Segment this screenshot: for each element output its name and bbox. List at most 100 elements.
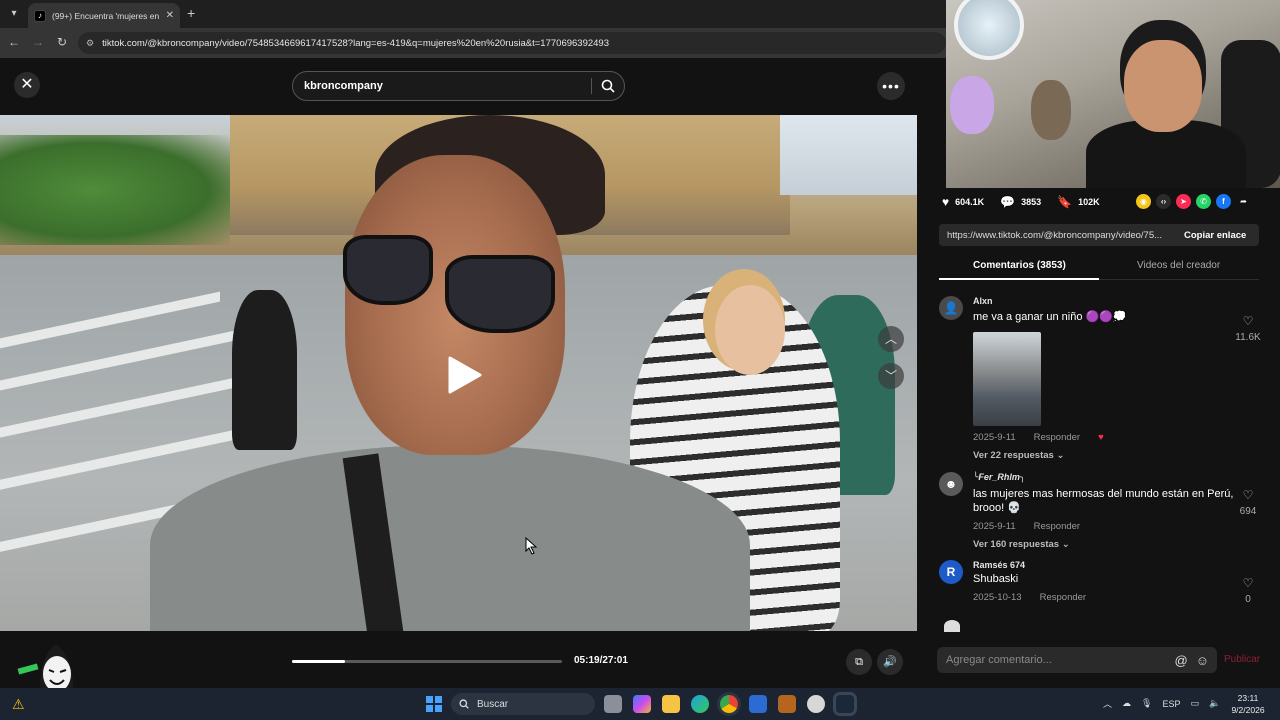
site-info-icon[interactable]: ⚙ [86,38,94,49]
tab-list-chevron-icon[interactable]: ▾ [6,6,22,22]
store-icon[interactable] [749,695,767,713]
like-count: 604.1K [955,197,985,207]
video-frame[interactable] [0,115,917,631]
comment-bubble-icon: 💬 [1000,195,1016,209]
reload-icon[interactable]: ↻ [54,35,70,49]
game-app-icon[interactable] [778,695,796,713]
video-scene-sky [780,115,917,195]
video-scene-sunglasses [445,255,555,333]
send-to-friend-icon[interactable]: ➤ [1176,194,1191,209]
view-replies-button[interactable]: Ver 160 respuestas ⌄ [973,539,1238,550]
search-bar[interactable]: kbroncompany [292,71,625,101]
picture-in-picture-icon[interactable]: ⧉ [846,649,872,675]
back-icon[interactable]: ← [6,35,22,49]
search-input[interactable]: kbroncompany [304,80,591,92]
reply-button[interactable]: Responder [1034,432,1080,443]
view-replies-label: Ver 160 respuestas [973,539,1060,550]
chrome-icon[interactable] [720,695,738,713]
forward-icon[interactable]: → [30,35,46,49]
player-controls: 05:19/27:01 ⧉ 🔊 [0,631,917,688]
comment-text: me va a ganar un niño 🟣🟣💭 [973,311,1127,323]
avatar[interactable]: R [939,560,963,584]
close-video-button[interactable]: ✕ [14,72,40,98]
comment-username[interactable]: Ramsés 674 [973,560,1233,570]
tab-comments[interactable]: Comentarios (3853) [973,260,1066,271]
comment-like-count: 11.6K [1235,332,1261,343]
active-tab-indicator [939,278,1099,280]
play-icon[interactable] [444,355,484,395]
obs-icon[interactable] [807,695,825,713]
file-explorer-icon[interactable] [662,695,680,713]
speaker-icon[interactable]: 🔈 [1209,698,1220,709]
steam-icon[interactable] [836,695,854,713]
avatar[interactable] [944,620,960,632]
avatar[interactable]: ☻ [939,472,963,496]
copy-link-button[interactable]: Copiar enlace [1174,230,1246,241]
whatsapp-icon[interactable]: ✆ [1196,194,1211,209]
next-video-chevron-down-icon[interactable]: ﹀ [878,363,904,389]
comment-meta: 2025-9-11 Responder ♥ [973,432,1233,443]
avatar[interactable]: 👤 [939,296,963,320]
progress-bar[interactable] [292,660,562,663]
clock-date: 9/2/2026 [1231,705,1265,715]
comment-photo[interactable] [973,332,1041,426]
embed-icon[interactable]: ‹› [1156,194,1171,209]
new-tab-button[interactable]: + [187,5,195,21]
heart-outline-icon: ♡ [1242,314,1254,328]
comment-username[interactable]: Alxn [973,296,1233,306]
previous-video-chevron-up-icon[interactable]: ︿ [878,326,904,352]
heart-outline-icon: ♡ [1242,576,1254,590]
windows-start-icon[interactable] [426,696,442,712]
save-stat[interactable]: 🔖 102K [1057,195,1099,209]
view-replies-label: Ver 22 respuestas [973,450,1054,461]
comment-stat[interactable]: 💬 3853 [1000,195,1041,209]
emoji-icon[interactable]: ☺ [1196,653,1209,668]
taskbar-clock[interactable]: 23:11 9/2/2026 [1228,692,1268,716]
heart-icon: ♥ [942,195,950,209]
microphone-icon[interactable]: 🎙 [1141,698,1152,709]
network-icon[interactable]: ▭ [1190,698,1199,709]
comment-username[interactable]: ╰Fer_Rhlm╮ [973,472,1238,483]
tray-chevron-up-icon[interactable]: ︿ [1103,697,1112,710]
task-view-icon[interactable] [604,695,622,713]
copilot-icon[interactable] [633,695,651,713]
reply-button[interactable]: Responder [1040,592,1086,603]
search-icon[interactable] [592,72,624,100]
comment-meta: 2025-9-11 Responder [973,521,1238,532]
language-indicator[interactable]: ESP [1162,699,1180,709]
facebook-icon[interactable]: f [1216,194,1231,209]
video-link[interactable]: https://www.tiktok.com/@kbroncompany/vid… [939,230,1174,241]
video-scene-pedestrian-head [715,285,785,375]
address-bar[interactable]: ⚙ tiktok.com/@kbroncompany/video/7548534… [78,32,946,54]
webcam-streamer [1086,40,1246,188]
reply-button[interactable]: Responder [1034,521,1080,532]
progress-fill [292,660,346,663]
comment-date: 2025-9-11 [973,521,1016,532]
comment-item: R Ramsés 674 Shubaski 2025-10-13 Respond… [939,560,1264,610]
publish-button[interactable]: Publicar [1224,654,1260,665]
webcam-streamer-head [1124,40,1202,132]
comment-like[interactable]: ♡ 0 [1232,574,1264,605]
like-stat[interactable]: ♥ 604.1K [942,195,984,209]
comment-date: 2025-9-11 [973,432,1016,443]
warning-icon[interactable]: ⚠ [12,696,25,713]
cloud-icon[interactable]: ☁ [1122,698,1131,709]
video-scene-pedestrian [232,290,297,450]
webcam-plush-toy [950,76,994,134]
taskbar-search[interactable]: Buscar [451,693,595,715]
tab-creator-videos[interactable]: Videos del creador [1137,260,1220,271]
close-tab-icon[interactable]: ✕ [166,10,174,21]
comment-like[interactable]: ♡ 11.6K [1232,312,1264,343]
more-options-icon[interactable]: ••• [877,72,905,100]
mention-icon[interactable]: @ [1175,653,1188,668]
share-arrow-icon[interactable]: ➦ [1236,194,1251,209]
volume-icon[interactable]: 🔊 [877,649,903,675]
comment-like[interactable]: ♡ 694 [1232,486,1264,517]
view-replies-button[interactable]: Ver 22 respuestas ⌄ [973,450,1233,461]
comment-input[interactable]: Agregar comentario... @ ☺ [937,647,1217,673]
coin-share-icon[interactable]: ◉ [1136,194,1151,209]
edge-icon[interactable] [691,695,709,713]
tab-title: (99+) Encuentra 'mujeres en rusia' [52,10,160,21]
browser-tab[interactable]: ♪ (99+) Encuentra 'mujeres en rusia' ✕ [28,3,180,28]
share-icons: ◉ ‹› ➤ ✆ f ➦ [1136,194,1251,209]
